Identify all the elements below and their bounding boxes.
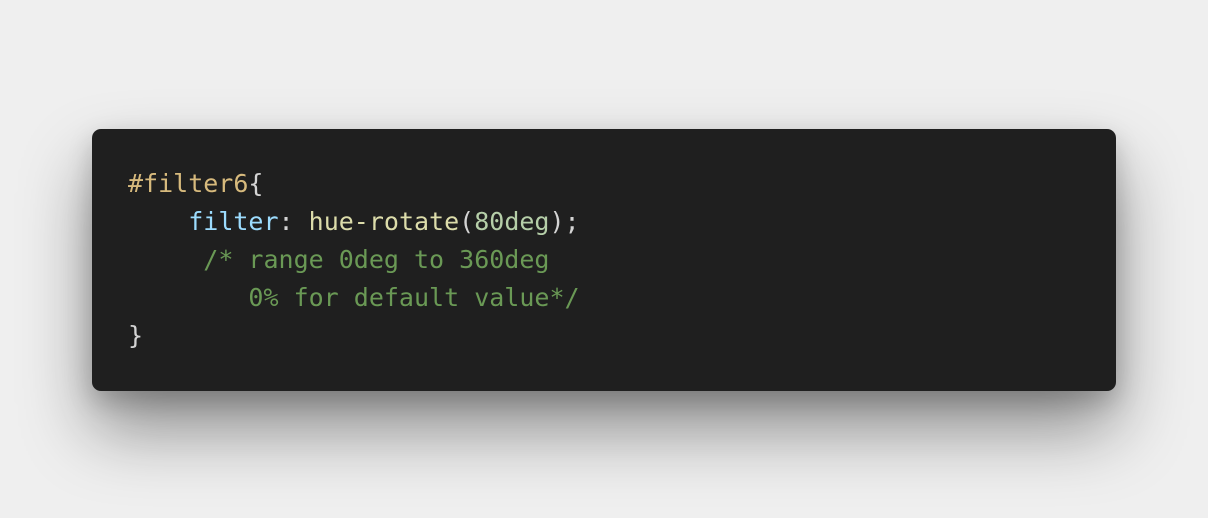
page-background: #filter6{ filter: hue-rotate(80deg); /* …	[0, 0, 1208, 518]
colon: :	[278, 207, 309, 236]
code-line-5: }	[128, 317, 580, 355]
css-function: hue-rotate	[308, 207, 460, 236]
paren-close-semicolon: );	[549, 207, 580, 236]
css-selector: #filter6	[128, 169, 249, 198]
code-line-1: #filter6{	[128, 165, 580, 203]
paren-open: (	[459, 207, 475, 236]
open-brace: {	[248, 169, 264, 198]
css-property: filter	[188, 207, 279, 236]
css-code-block: #filter6{ filter: hue-rotate(80deg); /* …	[128, 165, 580, 355]
code-line-4: 0% for default value*/	[128, 279, 580, 317]
css-argument: 80deg	[474, 207, 550, 236]
comment-line-1: /* range 0deg to 360deg	[203, 245, 550, 274]
comment-line-2: 0% for default value*/	[248, 283, 580, 312]
code-line-3: /* range 0deg to 360deg	[128, 241, 580, 279]
close-brace: }	[128, 321, 144, 350]
code-snippet-card: #filter6{ filter: hue-rotate(80deg); /* …	[92, 129, 1116, 391]
code-line-2: filter: hue-rotate(80deg);	[128, 203, 580, 241]
